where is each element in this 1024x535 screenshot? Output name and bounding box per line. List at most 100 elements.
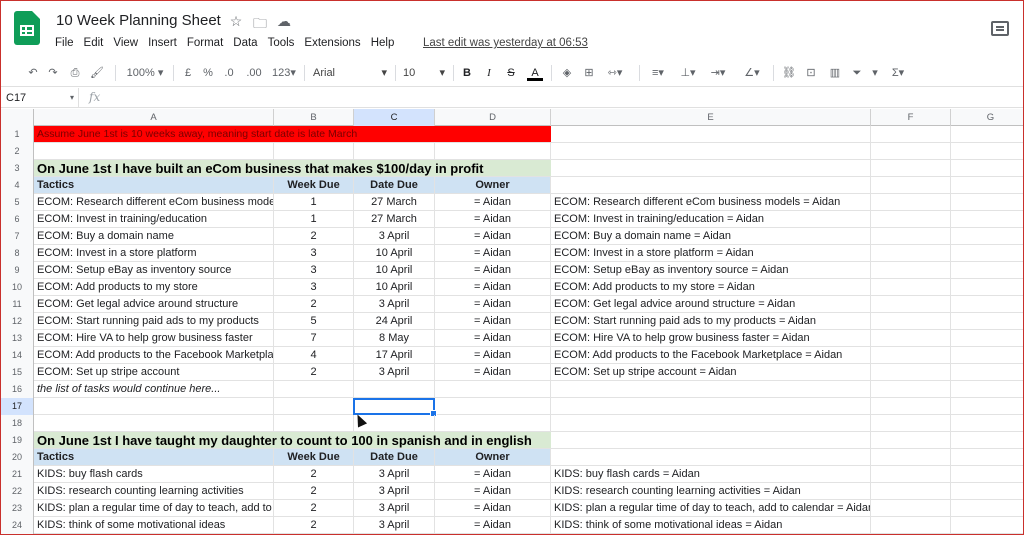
menu-extensions[interactable]: Extensions [299,37,365,49]
move-folder-icon[interactable]: 🗀 [252,13,268,37]
cell-b[interactable]: 2 [274,296,354,312]
cell-a[interactable]: ECOM: Add products to the Facebook Marke… [34,347,274,363]
cell-e[interactable] [551,160,871,176]
cell-e[interactable]: ECOM: Buy a domain name = Aidan [551,228,871,244]
cell-g[interactable] [951,500,1023,516]
cell-b[interactable] [274,143,354,159]
cell-g[interactable] [951,415,1023,431]
percent-button[interactable]: % [201,64,215,82]
cell-e[interactable]: KIDS: buy flash cards = Aidan [551,466,871,482]
cell-g[interactable] [951,517,1023,533]
row-header[interactable]: 7 [1,228,34,245]
row-header[interactable]: 2 [1,143,34,160]
menu-insert[interactable]: Insert [143,37,182,49]
currency-button[interactable]: £ [181,64,195,82]
zoom-select[interactable]: 100% ▾ [123,64,167,82]
row-header[interactable]: 21 [1,466,34,483]
cell-f[interactable] [871,449,951,465]
cell-e[interactable]: ECOM: Set up stripe account = Aidan [551,364,871,380]
print-icon[interactable]: ⎙ [67,64,83,82]
cell-g[interactable] [951,279,1023,295]
cell-b[interactable]: 2 [274,500,354,516]
cell-f[interactable] [871,296,951,312]
cell-e[interactable] [551,415,871,431]
cell-f[interactable] [871,415,951,431]
cell-b[interactable]: 1 [274,211,354,227]
cell-a[interactable]: ECOM: Get legal advice around structure [34,296,274,312]
text-wrap-icon[interactable]: ⇥▾ [707,64,729,82]
paint-format-icon[interactable]: 🖌 [89,64,105,82]
strikethrough-button[interactable]: S [503,64,519,82]
cell-e[interactable] [551,177,871,193]
document-title[interactable]: 10 Week Planning Sheet [56,12,221,29]
cell-a[interactable]: ECOM: Setup eBay as inventory source [34,262,274,278]
cell-c[interactable]: Date Due [354,177,435,193]
row-header[interactable]: 14 [1,347,34,364]
align-vertical-icon[interactable]: ⊥▾ [677,64,699,82]
cell-b[interactable]: 1 [274,194,354,210]
cell-d[interactable]: Owner [435,449,551,465]
cell-d[interactable] [435,143,551,159]
cell-c[interactable] [354,143,435,159]
cell-a[interactable]: ECOM: Add products to my store [34,279,274,295]
cloud-status-icon[interactable]: ☁ [276,13,292,37]
cell-e[interactable]: ECOM: Get legal advice around structure … [551,296,871,312]
cell-e[interactable] [551,449,871,465]
cell-e[interactable] [551,126,871,142]
menu-file[interactable]: File [55,37,79,49]
column-header-b[interactable]: B [274,109,354,126]
cell-g[interactable] [951,143,1023,159]
cell-d[interactable]: = Aidan [435,262,551,278]
filter-icon[interactable]: ⏷ [849,64,865,82]
cell-b[interactable]: Week Due [274,449,354,465]
row-header[interactable]: 24 [1,517,34,534]
cell-d[interactable] [435,398,551,414]
cell-b[interactable]: 3 [274,279,354,295]
cell-f[interactable] [871,194,951,210]
cell-g[interactable] [951,449,1023,465]
cell-a[interactable] [34,398,274,414]
cell-e[interactable]: KIDS: think of some motivational ideas =… [551,517,871,533]
cell-c[interactable]: 3 April [354,228,435,244]
cell-e[interactable]: ECOM: Hire VA to help grow business fast… [551,330,871,346]
cell-d[interactable]: Owner [435,177,551,193]
cell-b[interactable]: 2 [274,364,354,380]
cell-e[interactable]: ECOM: Add products to the Facebook Marke… [551,347,871,363]
row-header[interactable]: 6 [1,211,34,228]
row-header[interactable]: 13 [1,330,34,347]
cell-c[interactable]: 3 April [354,500,435,516]
cell-b[interactable] [274,398,354,414]
cell-f[interactable] [871,279,951,295]
row-header[interactable]: 12 [1,313,34,330]
cell-b[interactable]: 3 [274,245,354,261]
cell-b[interactable] [274,381,354,397]
row-header[interactable]: 18 [1,415,34,432]
cell-b[interactable]: 2 [274,228,354,244]
font-size-select[interactable]: 10 ▾ [403,64,447,82]
cell-e[interactable]: ECOM: Start running paid ads to my produ… [551,313,871,329]
cell-b[interactable]: 7 [274,330,354,346]
cell-c[interactable]: 3 April [354,364,435,380]
cell-f[interactable] [871,517,951,533]
cell-g[interactable] [951,262,1023,278]
cell-f[interactable] [871,483,951,499]
cell-f[interactable] [871,211,951,227]
cell-f[interactable] [871,262,951,278]
menu-format[interactable]: Format [182,37,228,49]
cell-a[interactable]: KIDS: plan a regular time of day to teac… [34,500,274,516]
row-header[interactable]: 16 [1,381,34,398]
row-header[interactable]: 1 [1,126,34,143]
cell-g[interactable] [951,177,1023,193]
cell-c[interactable] [354,381,435,397]
row-header[interactable]: 22 [1,483,34,500]
bold-button[interactable]: B [459,64,475,82]
cell-d[interactable]: = Aidan [435,245,551,261]
goal-banner[interactable]: On June 1st I have built an eCom busines… [34,160,551,176]
column-header-f[interactable]: F [871,109,951,126]
cell-a[interactable]: ECOM: Research different eCom business m… [34,194,274,210]
row-header[interactable]: 23 [1,500,34,517]
cell-b[interactable]: 2 [274,517,354,533]
cell-f[interactable] [871,330,951,346]
decrease-decimal-button[interactable]: .0 [221,64,237,82]
cell-f[interactable] [871,364,951,380]
